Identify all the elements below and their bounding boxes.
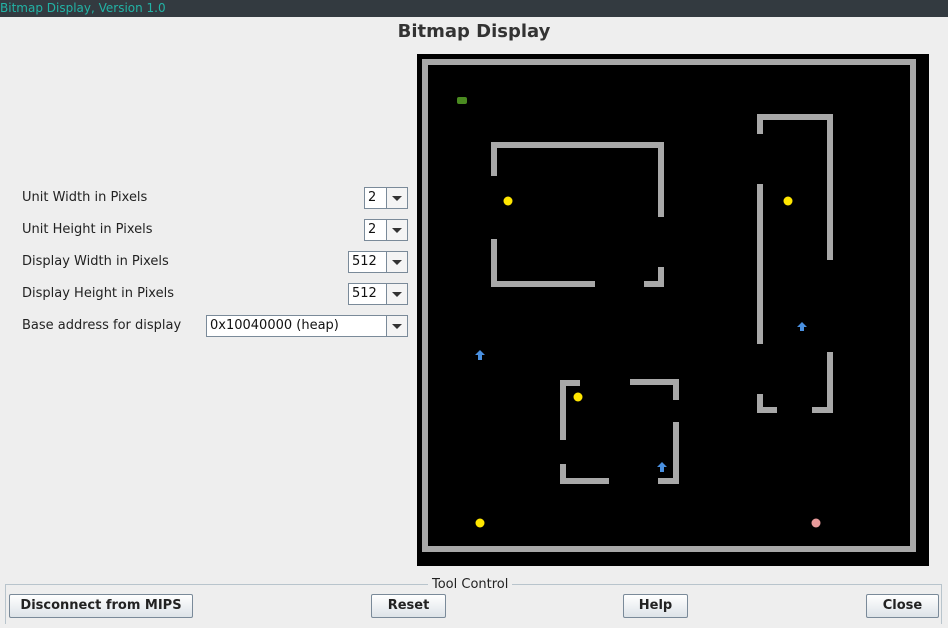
display-height-value: 512 [352, 286, 377, 301]
maze-wall-segment [560, 380, 580, 440]
bitmap-canvas [417, 54, 929, 566]
maze-wall-segment [644, 267, 664, 287]
disconnect-button[interactable]: Disconnect from MIPS [9, 594, 193, 618]
chevron-down-icon[interactable] [386, 220, 407, 240]
window-title-bar: Bitmap Display, Version 1.0 [0, 0, 948, 17]
unit-width-label: Unit Width in Pixels [22, 190, 148, 205]
unit-width-select[interactable]: 2 [364, 187, 408, 209]
unit-height-value: 2 [368, 222, 377, 237]
maze-wall-segment [491, 142, 664, 217]
base-address-label: Base address for display [22, 318, 182, 333]
coin-sprite [503, 196, 513, 206]
tool-control-legend: Tool Control [428, 577, 513, 592]
help-button[interactable]: Help [623, 594, 688, 618]
chevron-down-icon[interactable] [386, 316, 407, 336]
display-width-select[interactable]: 512 [348, 251, 408, 273]
goal-sprite [811, 518, 821, 528]
page-title: Bitmap Display [397, 21, 551, 42]
maze-wall-segment [630, 379, 679, 400]
bitmap-display-svg [422, 59, 916, 552]
maze-wall-segment [757, 394, 777, 413]
unit-width-value: 2 [368, 190, 377, 205]
display-width-value: 512 [352, 254, 377, 269]
maze-wall-segment [491, 239, 595, 287]
maze-wall-segment [560, 464, 609, 484]
chevron-down-icon[interactable] [386, 284, 407, 304]
maze-wall-segment [757, 114, 833, 260]
enemy-sprite [657, 462, 667, 472]
chevron-down-icon[interactable] [386, 252, 407, 272]
coin-sprite [783, 196, 793, 206]
enemy-sprite [475, 350, 485, 360]
maze-wall-segment [812, 352, 833, 413]
unit-height-label: Unit Height in Pixels [22, 222, 153, 237]
enemy-sprite [797, 322, 807, 331]
close-button[interactable]: Close [866, 594, 939, 618]
coin-sprite [573, 392, 583, 402]
unit-height-select[interactable]: 2 [364, 219, 408, 241]
display-height-label: Display Height in Pixels [22, 286, 174, 301]
chevron-down-icon[interactable] [386, 188, 407, 208]
maze-walls [422, 59, 916, 552]
base-address-select[interactable]: 0x10040000 (heap) [206, 315, 408, 337]
player-sprite [457, 97, 467, 104]
coin-sprite [475, 518, 485, 528]
maze-outer-wall [422, 59, 916, 552]
display-width-label: Display Width in Pixels [22, 254, 169, 269]
window-title: Bitmap Display, Version 1.0 [0, 1, 166, 15]
reset-button[interactable]: Reset [371, 594, 446, 618]
base-address-value: 0x10040000 (heap) [210, 318, 339, 333]
display-height-select[interactable]: 512 [348, 283, 408, 305]
maze-wall-segment [658, 422, 679, 484]
